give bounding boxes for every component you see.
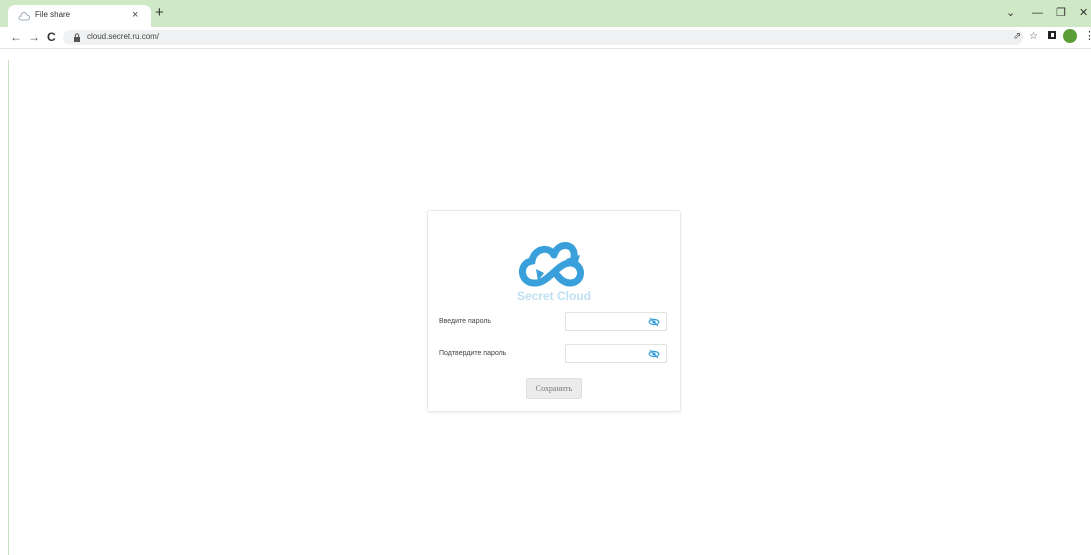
new-tab-icon[interactable]: + <box>155 5 164 20</box>
lock-icon <box>74 33 80 42</box>
forward-icon[interactable]: → <box>28 30 40 44</box>
tab-title: File share <box>35 10 71 19</box>
confirm-password-field[interactable] <box>565 344 667 363</box>
confirm-password-label: Подтвердите пароль <box>439 350 507 357</box>
cloud-icon <box>18 11 30 21</box>
browser-menu-icon[interactable]: ⋮ <box>1084 29 1091 42</box>
address-bar[interactable]: cloud.secret.ru.com/ <box>63 30 1023 45</box>
secret-cloud-logo-icon <box>519 242 584 287</box>
restore-icon[interactable]: ❐ <box>1056 6 1066 20</box>
eye-off-icon[interactable] <box>648 317 660 327</box>
share-icon[interactable]: ⇗ <box>1013 30 1021 44</box>
password-dialog: Secret Cloud Введите пароль Подтвердите … <box>427 210 681 412</box>
password-label: Введите пароль <box>439 318 492 325</box>
password-input[interactable] <box>568 315 644 328</box>
confirm-password-input[interactable] <box>568 347 644 360</box>
back-icon[interactable]: ← <box>10 30 22 44</box>
page-edge-line <box>8 60 9 555</box>
tab-close-icon[interactable]: × <box>132 8 138 22</box>
save-button[interactable]: Сохранить <box>526 378 582 399</box>
bookmark-star-icon[interactable]: ☆ <box>1029 30 1038 44</box>
reload-icon[interactable]: C <box>47 30 56 44</box>
profile-avatar[interactable] <box>1063 29 1077 43</box>
password-field[interactable] <box>565 312 667 331</box>
close-window-icon[interactable]: ✕ <box>1079 6 1088 20</box>
browser-tab-strip: File share × + ⌄ — ❐ ✕ <box>0 0 1091 27</box>
url-text: cloud.secret.ru.com/ <box>87 32 160 41</box>
tab-search-icon[interactable]: ⌄ <box>1006 6 1015 20</box>
brand-name: Secret Cloud <box>516 289 591 303</box>
browser-tab[interactable]: File share × <box>8 5 151 27</box>
browser-toolbar: ← → C cloud.secret.ru.com/ ⇗ ☆ ⋮ <box>0 27 1091 49</box>
minimize-icon[interactable]: — <box>1032 6 1043 20</box>
eye-off-icon[interactable] <box>648 349 660 359</box>
side-panel-icon[interactable] <box>1048 31 1056 39</box>
